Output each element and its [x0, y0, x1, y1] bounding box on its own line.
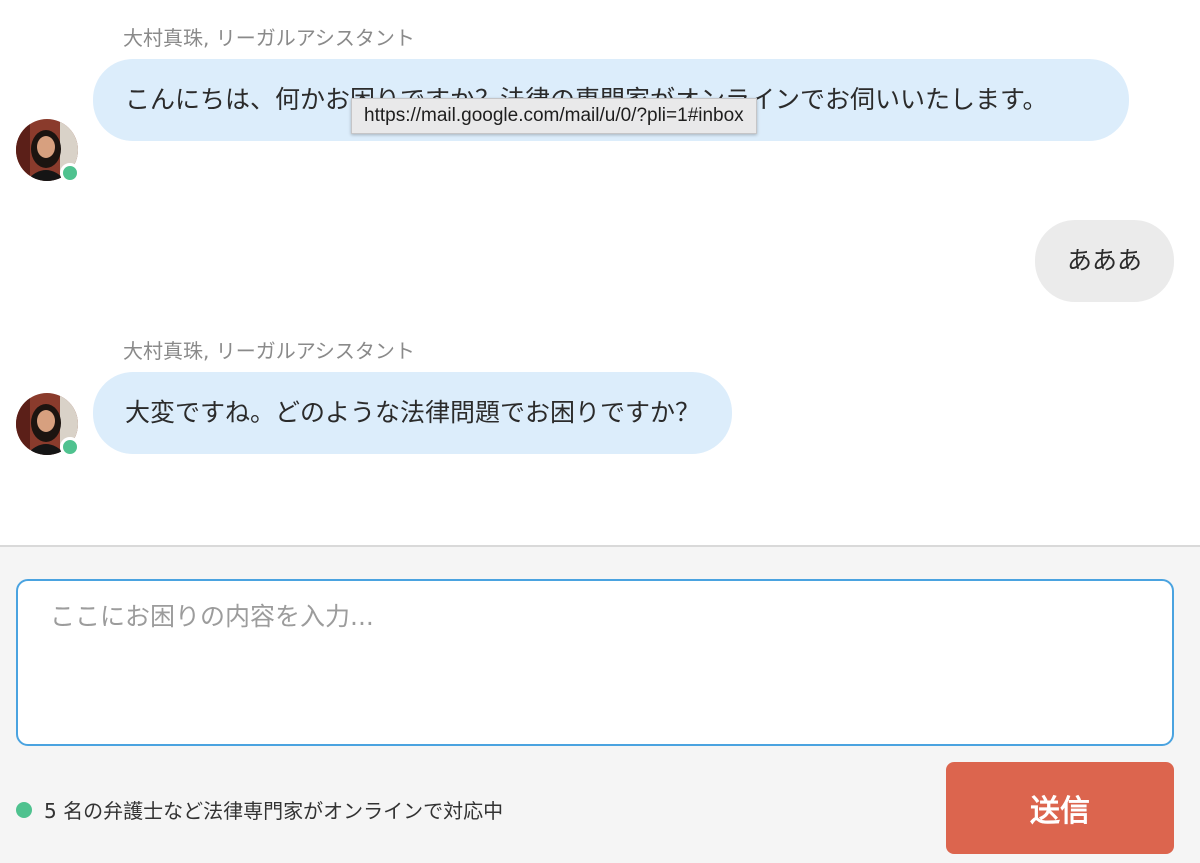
online-status-dot — [60, 437, 80, 457]
online-indicator-icon — [16, 801, 32, 818]
message-text: 大変ですね。どのような法律問題でお困りですか？ — [125, 398, 701, 427]
online-status: 5 名の弁護士など法律専門家がオンラインで対応中 — [16, 795, 503, 824]
message-text: あああ — [1066, 246, 1142, 275]
avatar — [16, 119, 80, 183]
link-tooltip: https://mail.google.com/mail/u/0/?pli=1#… — [351, 98, 757, 134]
composer: 5 名の弁護士など法律専門家がオンラインで対応中 送信 — [0, 545, 1200, 863]
online-status-dot — [60, 163, 80, 183]
incoming-message-bubble: 大変ですね。どのような法律問題でお困りですか？ — [93, 372, 733, 454]
message-input[interactable] — [16, 579, 1174, 746]
outgoing-message-bubble: あああ — [1034, 220, 1174, 302]
message-list[interactable]: 大村真珠, リーガルアシスタント こんにちは、何かお困りですか？法律の専門家がオ… — [0, 0, 1200, 545]
online-status-text: 5 名の弁護士など法律専門家がオンラインで対応中 — [44, 799, 504, 823]
avatar — [16, 393, 80, 457]
sender-name: 大村真珠, リーガルアシスタント — [123, 339, 415, 363]
chat-widget: 大村真珠, リーガルアシスタント こんにちは、何かお困りですか？法律の専門家がオ… — [0, 0, 1200, 863]
sender-name: 大村真珠, リーガルアシスタント — [123, 26, 415, 50]
send-button[interactable]: 送信 — [946, 762, 1174, 854]
